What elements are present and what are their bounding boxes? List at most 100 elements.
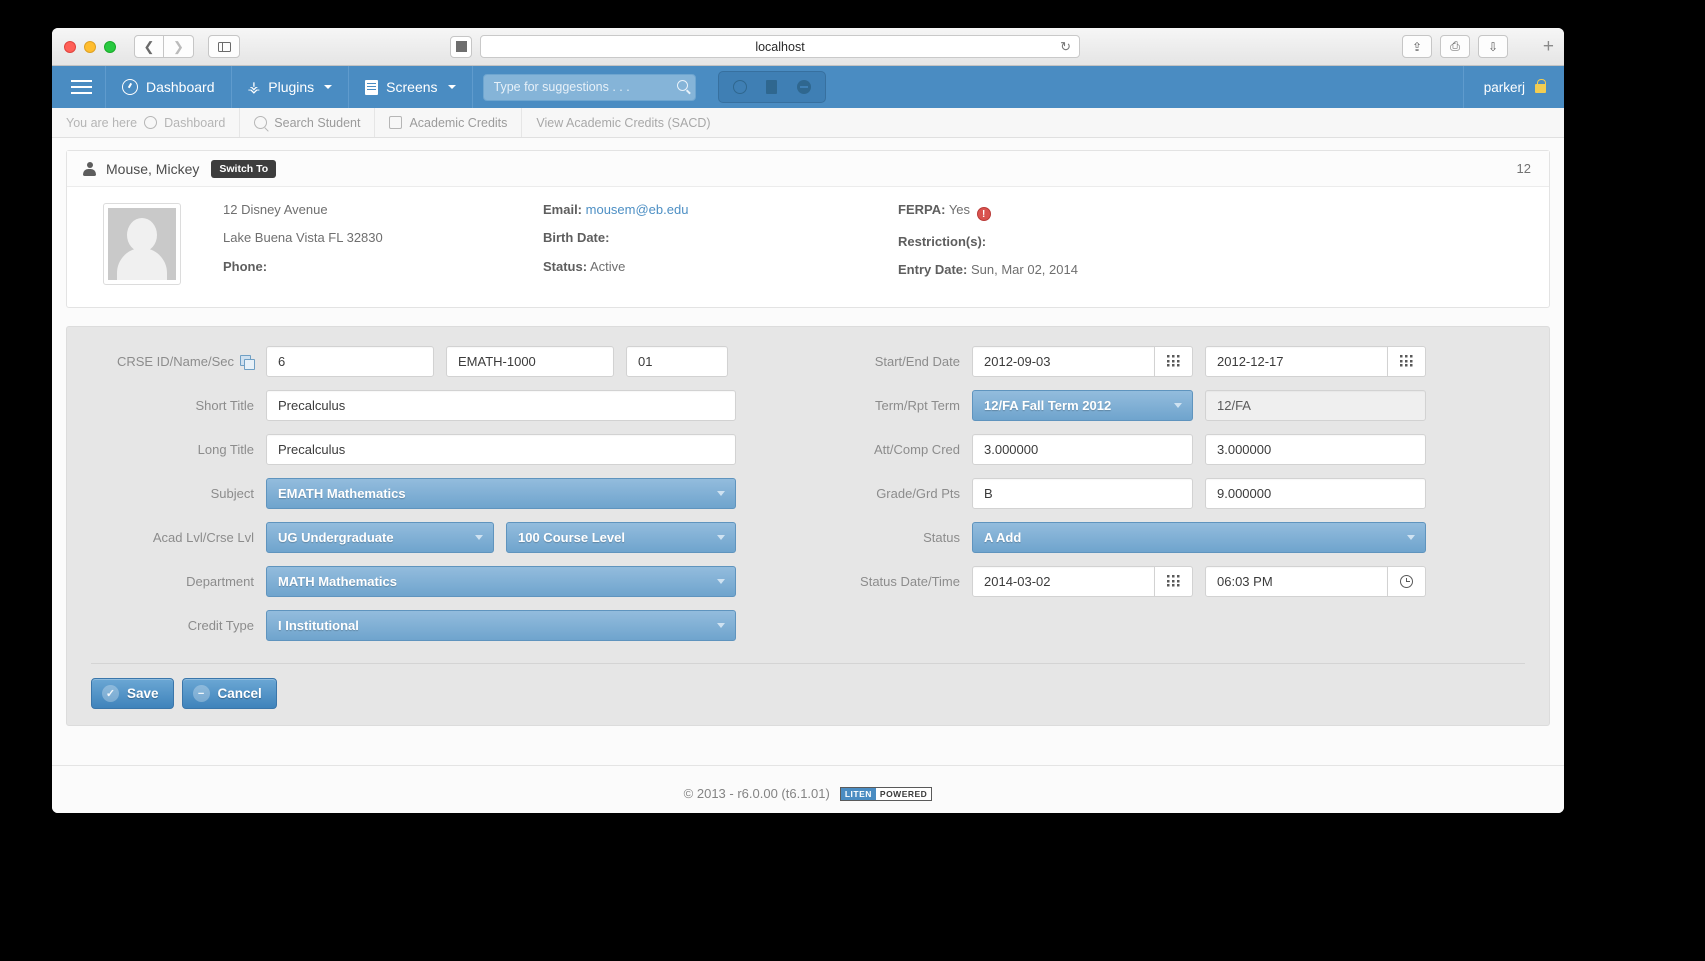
badge-right-text: POWERED — [876, 788, 931, 800]
rpt-term-input[interactable] — [1205, 390, 1426, 421]
save-button[interactable]: ✓ Save — [91, 678, 174, 709]
long-title-input[interactable] — [266, 434, 736, 465]
status-time-input[interactable] — [1205, 566, 1388, 597]
end-date-input[interactable] — [1205, 346, 1388, 377]
email-link[interactable]: mousem@eb.edu — [586, 202, 689, 217]
maximize-window-button[interactable] — [104, 41, 116, 53]
nav-label-screens: Screens — [386, 79, 437, 95]
status-value: A Add — [984, 530, 1021, 545]
breadcrumb-item-dashboard[interactable]: Dashboard — [164, 116, 225, 130]
student-card-header: Mouse, Mickey Switch To 12 — [67, 151, 1549, 187]
tabs-icon[interactable]: ⎙ — [1440, 35, 1470, 58]
credit-type-select[interactable]: I Institutional — [266, 610, 736, 641]
status-date-input[interactable] — [972, 566, 1155, 597]
app-navbar: Dashboard ⚶ Plugins Screens parkerj — [52, 66, 1564, 108]
birth-date-label: Birth Date: — [543, 230, 609, 245]
liten-powered-badge: LITEN POWERED — [840, 787, 932, 801]
entry-date-label: Entry Date: — [898, 262, 967, 277]
minimize-window-button[interactable] — [84, 41, 96, 53]
browser-toolbar: ⇪ ⎙ ⇩ — [1402, 35, 1508, 58]
student-card-body: 12 Disney Avenue Lake Buena Vista FL 328… — [67, 187, 1549, 307]
term-select[interactable]: 12/FA Fall Term 2012 — [972, 390, 1193, 421]
user-menu[interactable]: parkerj — [1463, 66, 1564, 108]
minus-circle-icon[interactable] — [789, 76, 819, 98]
breadcrumb-item-current: View Academic Credits (SACD) — [522, 108, 724, 137]
copy-icon[interactable] — [240, 355, 254, 368]
sidebar-toggle-icon — [218, 42, 231, 52]
row-start-end-date: Start/End Date — [832, 345, 1525, 377]
grade-points-input[interactable] — [1205, 478, 1426, 509]
downloads-icon[interactable]: ⇩ — [1478, 35, 1508, 58]
cancel-button[interactable]: − Cancel — [182, 678, 277, 709]
phone-row: Phone: — [223, 260, 543, 274]
start-date-calendar-button[interactable] — [1155, 346, 1193, 377]
start-date-group — [972, 346, 1193, 377]
breadcrumb-item-academic-credits[interactable]: Academic Credits — [375, 108, 522, 137]
crse-name-input[interactable] — [446, 346, 614, 377]
nav-label-plugins: Plugins — [268, 79, 314, 95]
share-icon[interactable]: ⇪ — [1402, 35, 1432, 58]
student-id: 12 — [1517, 161, 1531, 176]
end-date-calendar-button[interactable] — [1388, 346, 1426, 377]
dashboard-icon — [144, 116, 157, 129]
status-date-calendar-button[interactable] — [1155, 566, 1193, 597]
cancel-label: Cancel — [218, 686, 262, 701]
address-bar[interactable]: localhost ↻ — [480, 35, 1080, 58]
short-title-input[interactable] — [266, 390, 736, 421]
grade-input[interactable] — [972, 478, 1193, 509]
sidebar-toggle-button[interactable] — [208, 35, 240, 58]
clock-icon — [1400, 575, 1413, 588]
address-line-2: Lake Buena Vista FL 32830 — [223, 231, 543, 245]
breadcrumb-label-current: View Academic Credits (SACD) — [536, 116, 710, 130]
status-select[interactable]: A Add — [972, 522, 1426, 553]
forward-button[interactable]: ❯ — [164, 35, 194, 58]
status-date-group — [972, 566, 1193, 597]
label-att-comp-cred: Att/Comp Cred — [832, 442, 972, 457]
completed-credits-input[interactable] — [1205, 434, 1426, 465]
acad-level-select[interactable]: UG Undergraduate — [266, 522, 494, 553]
student-address-column: 12 Disney Avenue Lake Buena Vista FL 328… — [223, 203, 543, 285]
label-text-crse: CRSE ID/Name/Sec — [117, 354, 234, 369]
back-button[interactable]: ❮ — [134, 35, 164, 58]
nav-item-screens[interactable]: Screens — [349, 66, 472, 108]
navigation-buttons: ❮ ❯ — [134, 35, 194, 58]
start-date-input[interactable] — [972, 346, 1155, 377]
entry-date-row: Entry Date: Sun, Mar 02, 2014 — [898, 263, 1198, 277]
phone-label: Phone: — [223, 259, 267, 274]
row-status: Status A Add — [832, 521, 1525, 553]
quick-actions-group — [718, 71, 826, 103]
search-input[interactable] — [483, 74, 696, 101]
page-footer: © 2013 - r6.0.00 (t6.1.01) LITEN POWERED — [52, 765, 1564, 813]
switch-to-button[interactable]: Switch To — [211, 160, 276, 178]
stop-button[interactable] — [450, 36, 472, 58]
clock-icon[interactable] — [725, 76, 755, 98]
label-credit-type: Credit Type — [91, 618, 266, 633]
new-tab-button[interactable]: + — [1543, 36, 1554, 58]
attempted-credits-input[interactable] — [972, 434, 1193, 465]
crse-id-input[interactable] — [266, 346, 434, 377]
screen-list-icon — [365, 80, 378, 95]
department-select[interactable]: MATH Mathematics — [266, 566, 736, 597]
student-name: Mouse, Mickey — [106, 161, 199, 177]
nav-item-dashboard[interactable]: Dashboard — [106, 66, 232, 108]
reload-icon[interactable]: ↻ — [1060, 39, 1071, 55]
breadcrumb-prefix: You are here Dashboard — [52, 108, 240, 137]
restrictions-row: Restriction(s): — [898, 235, 1198, 249]
search-icon[interactable] — [677, 80, 688, 91]
breadcrumb-label-academic-credits: Academic Credits — [409, 116, 507, 130]
subject-select[interactable]: EMATH Mathematics — [266, 478, 736, 509]
nav-label-dashboard: Dashboard — [146, 79, 215, 95]
crse-section-input[interactable] — [626, 346, 728, 377]
course-level-select[interactable]: 100 Course Level — [506, 522, 736, 553]
close-window-button[interactable] — [64, 41, 76, 53]
row-crse-id-name-sec: CRSE ID/Name/Sec — [91, 345, 784, 377]
label-start-end-date: Start/End Date — [832, 354, 972, 369]
status-time-clock-button[interactable] — [1388, 566, 1426, 597]
nav-item-plugins[interactable]: ⚶ Plugins — [232, 66, 350, 108]
status-time-group — [1205, 566, 1426, 597]
hamburger-menu-icon[interactable] — [58, 66, 106, 108]
status-value: Active — [590, 259, 625, 274]
notes-icon[interactable] — [757, 76, 787, 98]
exclamation-circle-icon: ! — [977, 207, 991, 221]
breadcrumb-item-search-student[interactable]: Search Student — [240, 108, 375, 137]
